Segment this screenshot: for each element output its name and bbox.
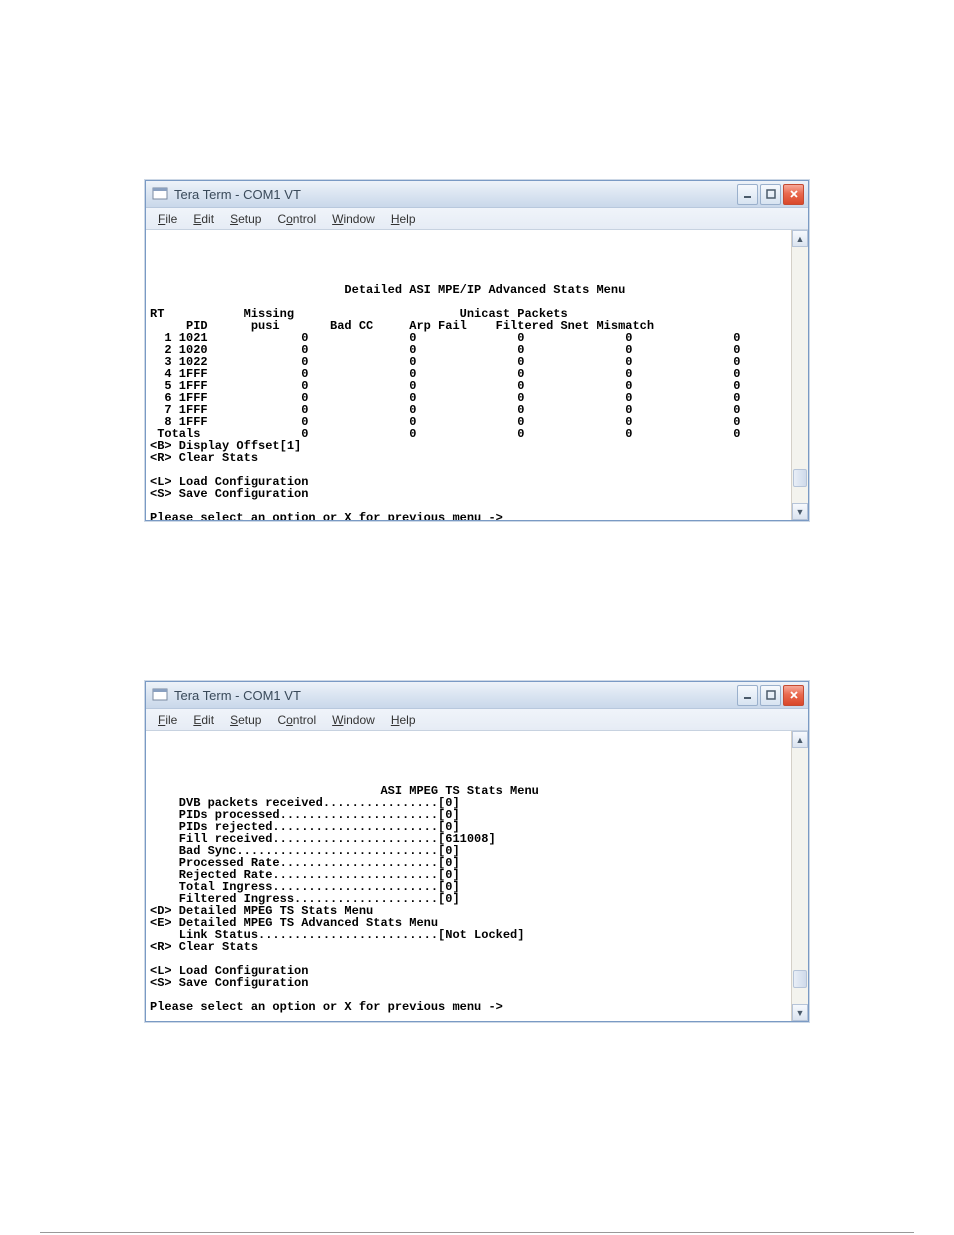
window-title: Tera Term - COM1 VT [174,187,737,202]
maximize-button[interactable] [760,685,781,706]
titlebar[interactable]: Tera Term - COM1 VT [146,181,808,208]
close-button[interactable] [783,184,804,205]
menu-edit[interactable]: Edit [185,210,222,228]
menu-setup[interactable]: Setup [222,711,269,729]
page-divider [40,1232,914,1233]
scroll-down-button[interactable]: ▼ [792,1004,808,1021]
scroll-track[interactable] [792,247,808,503]
minimize-button[interactable] [737,184,758,205]
menu-control[interactable]: Control [269,711,324,729]
window-title: Tera Term - COM1 VT [174,688,737,703]
scroll-thumb[interactable] [793,469,807,487]
menu-setup[interactable]: Setup [222,210,269,228]
scroll-thumb[interactable] [793,970,807,988]
menu-file[interactable]: File [150,210,185,228]
menubar: File Edit Setup Control Window Help [146,709,808,731]
menu-edit[interactable]: Edit [185,711,222,729]
vertical-scrollbar[interactable]: ▲ ▼ [791,731,808,1021]
terminal-output[interactable]: Detailed ASI MPE/IP Advanced Stats Menu … [146,230,791,520]
terminal-output[interactable]: ASI MPEG TS Stats Menu DVB packets recei… [146,731,791,1021]
terminal-window-2: Tera Term - COM1 VT File Edit Setup Cont… [145,681,809,1022]
menu-control[interactable]: Control [269,210,324,228]
scroll-track[interactable] [792,748,808,1004]
menu-help[interactable]: Help [383,210,424,228]
app-icon [152,186,168,202]
maximize-button[interactable] [760,184,781,205]
scroll-up-button[interactable]: ▲ [792,731,808,748]
menu-window[interactable]: Window [324,210,383,228]
menu-window[interactable]: Window [324,711,383,729]
app-icon [152,687,168,703]
menubar: File Edit Setup Control Window Help [146,208,808,230]
close-button[interactable] [783,685,804,706]
menu-help[interactable]: Help [383,711,424,729]
titlebar[interactable]: Tera Term - COM1 VT [146,682,808,709]
scroll-up-button[interactable]: ▲ [792,230,808,247]
minimize-button[interactable] [737,685,758,706]
menu-file[interactable]: File [150,711,185,729]
vertical-scrollbar[interactable]: ▲ ▼ [791,230,808,520]
scroll-down-button[interactable]: ▼ [792,503,808,520]
terminal-window-1: Tera Term - COM1 VT File Edit Setup Cont… [145,180,809,521]
